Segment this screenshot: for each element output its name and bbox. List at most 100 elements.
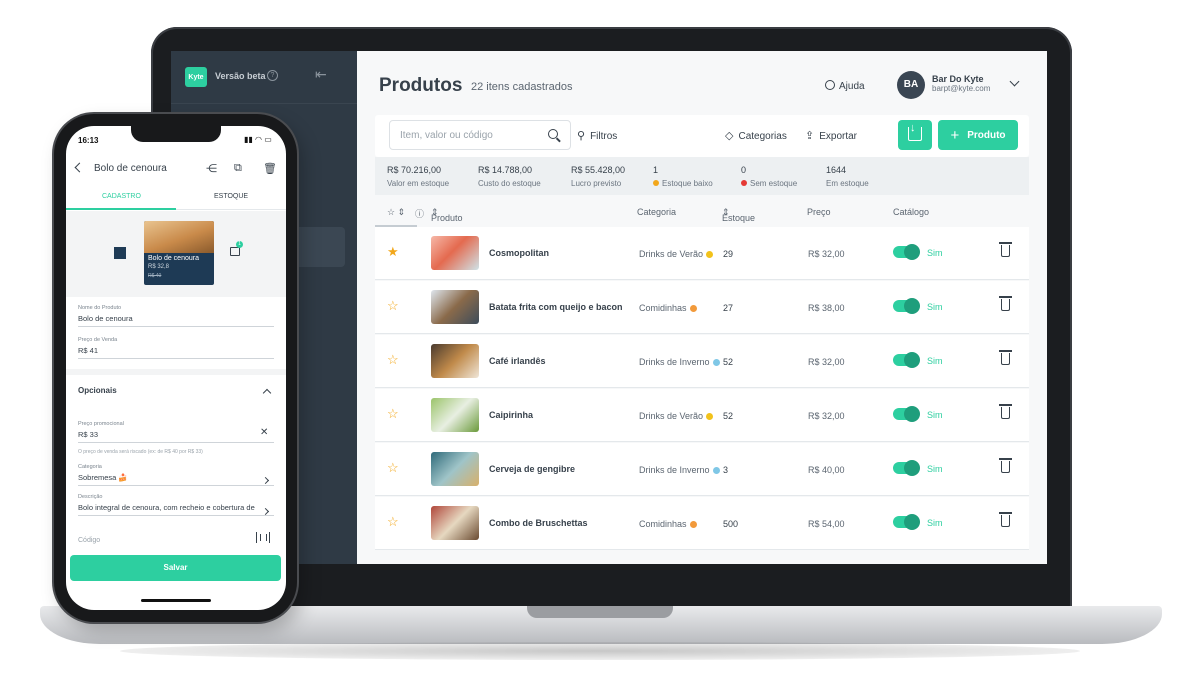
product-thumbnail	[431, 344, 479, 378]
catalog-toggle[interactable]	[893, 460, 920, 476]
delete-icon[interactable]	[999, 512, 1012, 527]
col-product[interactable]: Produto ⇕	[431, 207, 463, 223]
table-row[interactable]: ☆ Combo de Bruschettas Comidinhas 500 R$ 54,…	[375, 497, 1029, 550]
back-icon[interactable]	[74, 162, 85, 173]
optional-section-title[interactable]: Opcionais	[78, 386, 117, 395]
table-row[interactable]: ☆ Batata frita com queijo e bacon Comidinh…	[375, 281, 1029, 334]
product-name[interactable]: Combo de Bruschettas	[489, 518, 588, 528]
description-field[interactable]: Descrição Bolo integral de cenoura, com r…	[78, 494, 274, 516]
col-catalog[interactable]: Catálogo	[893, 207, 929, 217]
card-name: Bolo de cenoura	[148, 255, 199, 262]
add-image-icon[interactable]	[230, 247, 240, 256]
barcode-icon[interactable]	[256, 532, 270, 543]
col-category[interactable]: Categoria	[637, 207, 676, 217]
phone-tabs: CADASTRO ESTOQUE	[66, 186, 286, 210]
delete-icon[interactable]	[999, 242, 1012, 257]
favorite-star-icon[interactable]: ☆	[387, 406, 399, 422]
product-name[interactable]: Cosmopolitan	[489, 248, 549, 258]
product-name[interactable]: Batata frita com queijo e bacon	[489, 302, 623, 312]
collapse-sidebar-icon[interactable]: ⇤	[315, 66, 327, 83]
product-name[interactable]: Café irlandês	[489, 356, 546, 366]
product-name[interactable]: Caipirinha	[489, 410, 533, 420]
avatar[interactable]: BA	[897, 71, 925, 99]
beta-label: Versão beta	[215, 71, 266, 81]
import-button[interactable]	[898, 120, 932, 150]
add-product-button[interactable]: + Produto	[938, 120, 1018, 150]
table-header: ☆ ⇕ ⓘ Produto ⇕ Categoria Estoque ⇕ Preç…	[375, 201, 1029, 225]
name-field[interactable]: Nome do Produto Bolo de cenoura	[78, 305, 274, 327]
price-field[interactable]: Preço de Venda R$ 41	[78, 337, 274, 359]
col-stock[interactable]: Estoque ⇕	[722, 207, 755, 223]
tab-cadastro[interactable]: CADASTRO	[102, 193, 141, 200]
export-icon: ⇪	[805, 130, 815, 142]
code-field[interactable]: Código	[78, 537, 100, 544]
status-time: 16:13	[78, 136, 99, 145]
share-icon[interactable]: ⋲	[206, 162, 217, 175]
catalog-toggle[interactable]	[893, 352, 920, 368]
categories-button[interactable]: ◇ Categorias	[725, 129, 787, 142]
stat-out-of-stock[interactable]: 0 Sem estoque	[741, 165, 797, 188]
col-price[interactable]: Preço	[807, 207, 831, 217]
catalog-status: Sim	[927, 518, 943, 528]
search-box	[389, 120, 571, 150]
download-icon	[908, 122, 922, 141]
kyte-logo[interactable]: Kyte	[185, 67, 207, 87]
product-name[interactable]: Cerveja de gengibre	[489, 464, 575, 474]
account-name[interactable]: Bar Do Kyte	[932, 74, 984, 84]
favorite-star-icon[interactable]: ☆	[387, 352, 399, 368]
help-label: Ajuda	[839, 81, 865, 92]
favorite-star-icon[interactable]: ☆	[387, 514, 399, 530]
catalog-toggle[interactable]	[893, 244, 920, 260]
catalog-status: Sim	[927, 248, 943, 258]
favorite-star-icon[interactable]: ☆	[387, 460, 399, 476]
sidebar-divider	[171, 103, 357, 104]
catalog-toggle[interactable]	[893, 298, 920, 314]
phone-screen: 16:13 ▮▮ ◠ ▭ Bolo de cenoura ⋲ ⧉ 🗑 CADAS…	[66, 126, 286, 610]
catalog-status: Sim	[927, 302, 943, 312]
active-tab-indicator	[66, 208, 176, 210]
delete-icon[interactable]	[999, 296, 1012, 311]
favorite-star-icon[interactable]: ☆	[387, 298, 399, 314]
save-button[interactable]: Salvar	[70, 555, 281, 581]
product-category: Drinks de Verão	[639, 249, 714, 259]
toolbar: ⚲ Filtros ◇ Categorias ⇪ Exportar + Produto	[375, 115, 1029, 157]
product-price: R$ 40,00	[808, 465, 845, 475]
tag-icon: ◇	[725, 130, 734, 142]
info-icon[interactable]: ⓘ	[415, 207, 424, 220]
table-row[interactable]: ☆ Caipirinha Drinks de Verão 52 R$ 32,00 Sim	[375, 389, 1029, 442]
favorite-star-icon[interactable]: ★	[387, 244, 399, 260]
product-thumbnail	[431, 290, 479, 324]
stat-in-stock[interactable]: 1644 Em estoque	[826, 165, 869, 188]
search-input[interactable]	[400, 121, 540, 149]
table-row[interactable]: ☆ Cerveja de gengibre Drinks de Inverno 3 R$…	[375, 443, 1029, 496]
category-field[interactable]: Categoria Sobremesa 🍰	[78, 464, 274, 486]
color-swatch[interactable]	[114, 247, 126, 259]
chevron-down-icon[interactable]	[1009, 76, 1020, 87]
tab-estoque[interactable]: ESTOQUE	[214, 193, 248, 200]
phone-notch	[131, 126, 221, 142]
catalog-toggle[interactable]	[893, 514, 920, 530]
clear-icon[interactable]: ✕	[260, 427, 268, 438]
chevron-up-icon[interactable]	[262, 388, 272, 398]
filters-button[interactable]: ⚲ Filtros	[577, 129, 617, 142]
search-icon[interactable]	[548, 129, 558, 139]
product-preview-card[interactable]: Bolo de cenoura R$ 32,8 R$ 40	[144, 221, 214, 285]
star-sort-icon[interactable]: ☆ ⇕	[387, 207, 405, 218]
product-thumbnail	[431, 236, 479, 270]
promo-price-field[interactable]: Preço promocional R$ 33	[78, 421, 274, 443]
help-link[interactable]: Ajuda	[825, 80, 865, 92]
help-icon[interactable]: ?	[267, 70, 278, 81]
delete-icon[interactable]: 🗑	[263, 162, 277, 175]
delete-icon[interactable]	[999, 404, 1012, 419]
product-category: Drinks de Inverno	[639, 357, 720, 367]
table-row[interactable]: ★ Cosmopolitan Drinks de Verão 29 R$ 32,00 Si…	[375, 227, 1029, 280]
table-row[interactable]: ☆ Café irlandês Drinks de Inverno 52 R$ 32,0…	[375, 335, 1029, 388]
duplicate-icon[interactable]: ⧉	[234, 162, 242, 175]
delete-icon[interactable]	[999, 350, 1012, 365]
export-button[interactable]: ⇪ Exportar	[805, 129, 857, 142]
stat-low-stock[interactable]: 1 Estoque baixo	[653, 165, 713, 188]
delete-icon[interactable]	[999, 458, 1012, 473]
product-stock: 52	[723, 411, 734, 421]
catalog-toggle[interactable]	[893, 406, 920, 422]
catalog-status: Sim	[927, 464, 943, 474]
